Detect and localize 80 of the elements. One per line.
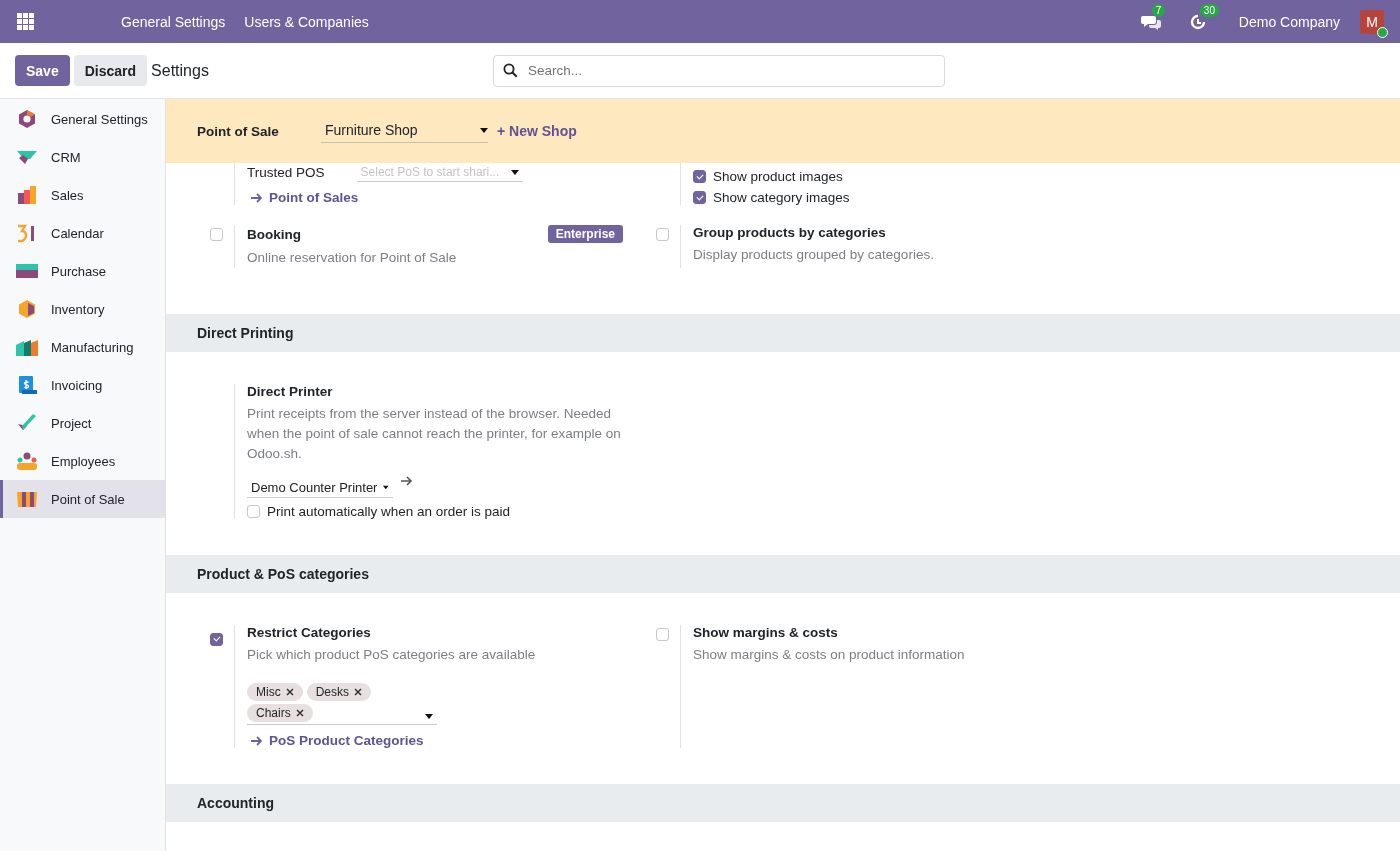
remove-icon[interactable]	[295, 709, 304, 717]
remove-icon[interactable]	[354, 688, 362, 696]
sidebar-item[interactable]: Employees	[0, 442, 165, 480]
invoice-icon	[16, 375, 38, 395]
arrow-icon[interactable]	[401, 476, 413, 486]
count-badge: 7	[1151, 3, 1166, 17]
card-icon	[16, 261, 38, 281]
checkbox[interactable]	[656, 628, 669, 641]
checkbox-option[interactable]: Show product images	[693, 169, 1075, 184]
checkbox-option[interactable]: Show category images	[693, 190, 1075, 205]
sidebar-item[interactable]: Manufacturing	[0, 328, 165, 366]
remove-icon[interactable]	[285, 688, 294, 696]
caret-icon	[383, 485, 389, 490]
setting-description: Online reservation for Point of Sale	[247, 249, 458, 267]
caret-icon	[425, 714, 433, 719]
awning-icon	[16, 489, 38, 509]
setting-description: Pick which product PoS categories are available	[247, 646, 537, 664]
checkbox[interactable]	[210, 228, 223, 241]
section-title: Accounting	[197, 795, 274, 811]
clock-icon[interactable]	[1188, 12, 1207, 31]
bar-chart-icon	[16, 185, 38, 205]
save-button[interactable]: Save	[15, 55, 70, 86]
banner-label: Point of Sale	[197, 123, 280, 139]
cube-icon	[16, 299, 38, 319]
printer-select[interactable]: Demo Counter Printer	[247, 478, 393, 498]
factory-icon	[16, 337, 38, 357]
sidebar-item[interactable]: Purchase	[0, 252, 165, 290]
section-title: Direct Printing	[197, 325, 294, 341]
section-title: Product & PoS categories	[197, 566, 369, 582]
checkbox[interactable]	[693, 170, 706, 183]
field-label: Trusted POS	[247, 165, 325, 180]
people-icon	[16, 451, 38, 471]
option-label: Show product images	[713, 169, 843, 184]
sidebar-item[interactable]: Calendar	[0, 214, 165, 252]
setting-title: Group products by categories	[693, 225, 886, 240]
setting-title: Direct Printer	[247, 384, 333, 399]
search-field[interactable]: Search...	[492, 54, 945, 87]
app-grid-icon[interactable]	[17, 12, 35, 31]
arrow-icon	[251, 192, 263, 203]
sidebar-item[interactable]: Inventory	[0, 290, 165, 328]
search-icon	[502, 62, 518, 78]
setting-title: Show margins & costs	[693, 625, 838, 640]
shop-select[interactable]: Furniture Shop	[321, 119, 488, 143]
sidebar-item[interactable]: Point of Sale	[0, 480, 165, 518]
discard-button[interactable]: Discard	[73, 55, 148, 86]
page-title: Settings	[151, 61, 209, 80]
sidebar-item[interactable]: CRM	[0, 138, 165, 176]
option-label: Show category images	[713, 190, 850, 205]
setting-title: Booking	[247, 226, 301, 242]
checkbox[interactable]	[656, 228, 669, 241]
menu-item[interactable]: Users & Companies	[244, 13, 369, 30]
menu-item[interactable]: General Settings	[121, 13, 226, 30]
option-label: Print automatically when an order is paid	[267, 504, 511, 519]
setting-title: Restrict Categories	[247, 625, 371, 640]
setting-description: Display products grouped by categories.	[693, 246, 935, 264]
checkbox-option[interactable]: Print automatically when an order is paid	[247, 504, 629, 519]
arrow-icon	[251, 735, 263, 746]
tags-field[interactable]: Misc Desks Chairs	[247, 683, 437, 725]
link[interactable]: Point of Sales	[247, 190, 629, 205]
checkbox[interactable]	[247, 505, 260, 518]
sidebar-item[interactable]: Project	[0, 404, 165, 442]
checkbox[interactable]	[210, 632, 223, 646]
setting-description: Print receipts from the server instead of the browser. Needed when the point of sale cannot reach the printer, for example on Odoo.sh.	[247, 405, 622, 463]
new-shop-link[interactable]: + New Shop	[497, 123, 577, 139]
tag: Desks	[306, 683, 371, 701]
enterprise-badge: Enterprise	[547, 225, 623, 243]
setting-description: Show margins & costs on product information	[693, 646, 966, 664]
tag: Misc	[247, 683, 303, 701]
sidebar-item[interactable]: General Settings	[0, 100, 165, 138]
count-badge: 30	[1199, 3, 1219, 17]
checkbox[interactable]	[693, 191, 706, 204]
link[interactable]: PoS Product Categories	[247, 733, 629, 748]
company-name[interactable]: Demo Company	[1238, 13, 1340, 30]
caret-icon	[480, 127, 488, 133]
sidebar-item[interactable]: Invoicing	[0, 366, 165, 404]
tag: Chairs	[247, 704, 313, 722]
hexagon-icon	[16, 109, 38, 129]
sidebar-item[interactable]: Sales	[0, 176, 165, 214]
checkmark-icon	[16, 413, 38, 433]
caret-icon	[510, 169, 519, 175]
